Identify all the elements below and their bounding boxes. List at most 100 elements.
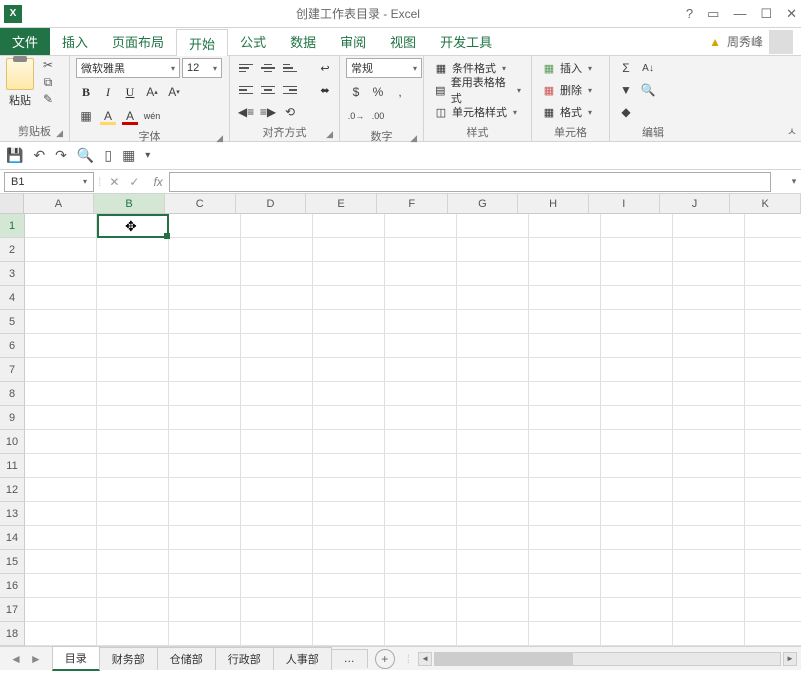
align-bottom-icon[interactable] [280,58,300,78]
cell[interactable] [313,430,385,454]
cell-styles-button[interactable]: ◫单元格样式▾ [430,102,525,122]
minimize-icon[interactable]: — [733,6,746,21]
cell[interactable] [529,406,601,430]
cell[interactable] [529,502,601,526]
cell[interactable] [673,454,745,478]
cell[interactable] [745,214,801,238]
tab-formulas[interactable]: 公式 [228,28,278,55]
cell[interactable] [97,310,169,334]
cell[interactable] [313,310,385,334]
cell[interactable] [25,526,97,550]
row-header-8[interactable]: 8 [0,382,24,406]
cell[interactable] [241,406,313,430]
cell[interactable] [601,574,673,598]
cell[interactable] [169,310,241,334]
cell[interactable] [457,334,529,358]
col-header-C[interactable]: C [165,194,236,213]
cell[interactable] [313,406,385,430]
cell[interactable] [457,526,529,550]
cell[interactable] [97,550,169,574]
tab-data[interactable]: 数据 [278,28,328,55]
tab-view[interactable]: 视图 [378,28,428,55]
cell[interactable] [529,334,601,358]
cell[interactable] [25,382,97,406]
cell[interactable] [601,598,673,622]
help-icon[interactable]: ? [686,6,693,21]
cell[interactable] [529,262,601,286]
cell[interactable] [385,574,457,598]
cell[interactable] [313,526,385,550]
orientation-icon[interactable]: ⟲ [280,102,300,122]
cell[interactable] [673,478,745,502]
cell[interactable] [313,286,385,310]
undo-icon[interactable]: ↶ [33,147,45,164]
sheet-tab-more[interactable]: … [331,649,368,668]
cell[interactable] [673,526,745,550]
name-box[interactable]: B1▾ [4,172,94,192]
cell[interactable] [241,262,313,286]
cell[interactable] [97,598,169,622]
font-launcher-icon[interactable]: ◢ [216,133,223,144]
cell[interactable] [97,262,169,286]
cell[interactable] [601,526,673,550]
row-header-4[interactable]: 4 [0,286,24,310]
cell[interactable] [673,502,745,526]
cell[interactable] [25,478,97,502]
cell[interactable] [313,478,385,502]
cell[interactable] [673,406,745,430]
col-header-B[interactable]: B [94,194,165,213]
formula-bar[interactable] [169,172,771,192]
sheet-tab-active[interactable]: 目录 [52,646,100,671]
cell[interactable] [25,598,97,622]
cell[interactable] [385,214,457,238]
sheet-tab[interactable]: 仓储部 [157,647,216,670]
cell[interactable] [25,286,97,310]
row-header-15[interactable]: 15 [0,550,24,574]
cell[interactable] [673,550,745,574]
cell[interactable] [241,430,313,454]
cell[interactable] [457,358,529,382]
collapse-ribbon-icon[interactable]: ㅅ [787,123,797,139]
cell[interactable] [385,550,457,574]
cell[interactable] [169,622,241,646]
cell[interactable] [169,550,241,574]
spreadsheet-grid[interactable]: ABCDEFGHIJK 123456789101112131415161718 … [0,194,801,646]
increase-indent-icon[interactable]: ≡▶ [258,102,278,122]
merge-center-icon[interactable]: ⬌ [308,80,342,100]
cell[interactable] [169,262,241,286]
col-header-H[interactable]: H [518,194,589,213]
cell[interactable] [529,478,601,502]
cell[interactable] [529,358,601,382]
cell[interactable] [241,334,313,358]
cell[interactable] [601,478,673,502]
bold-button[interactable]: B [76,82,96,102]
format-as-table-button[interactable]: ▤套用表格格式▾ [430,80,525,100]
cell[interactable] [601,502,673,526]
cell[interactable] [97,526,169,550]
cell[interactable] [745,454,801,478]
row-header-17[interactable]: 17 [0,598,24,622]
cell[interactable] [313,262,385,286]
cell[interactable] [385,430,457,454]
font-color-icon[interactable]: A [120,106,140,126]
cell[interactable] [97,382,169,406]
sheet-tab[interactable]: 人事部 [273,647,332,670]
cell[interactable] [385,382,457,406]
cell[interactable] [385,526,457,550]
cell[interactable] [25,310,97,334]
col-header-I[interactable]: I [589,194,660,213]
tab-review[interactable]: 审阅 [328,28,378,55]
cell[interactable] [457,286,529,310]
hscroll-right-icon[interactable]: ► [783,652,797,666]
cell[interactable] [529,598,601,622]
cell[interactable] [97,478,169,502]
sheet-tab[interactable]: 行政部 [215,647,274,670]
cell[interactable] [457,310,529,334]
cell[interactable] [97,286,169,310]
row-header-14[interactable]: 14 [0,526,24,550]
cell[interactable] [529,526,601,550]
cell[interactable] [169,502,241,526]
row-header-3[interactable]: 3 [0,262,24,286]
row-header-10[interactable]: 10 [0,430,24,454]
cell[interactable] [745,382,801,406]
